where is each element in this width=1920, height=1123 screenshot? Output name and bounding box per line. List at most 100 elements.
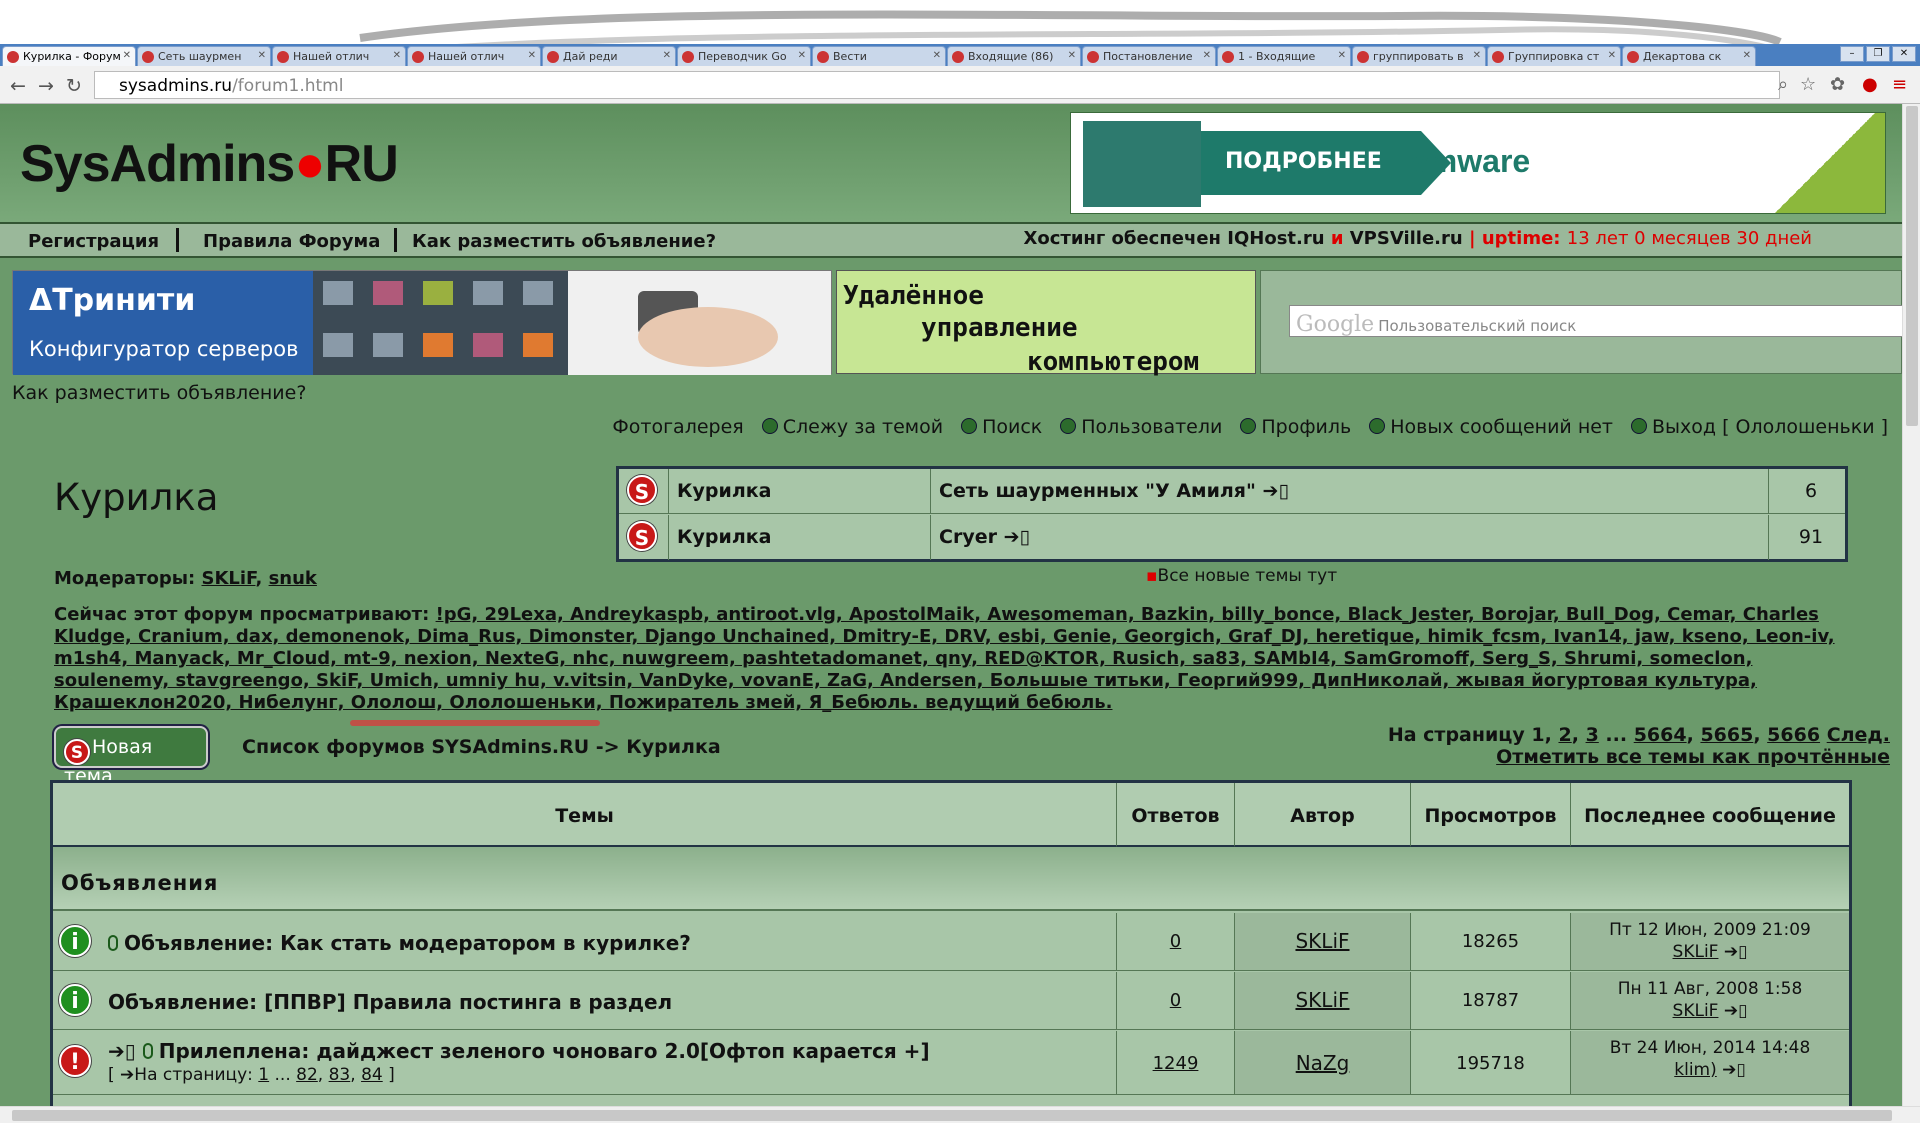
- new-topic-button[interactable]: S Новая тема: [54, 726, 208, 787]
- replies-link[interactable]: 0: [1170, 931, 1181, 952]
- close-icon[interactable]: ✕: [123, 50, 131, 61]
- search-link[interactable]: Поиск: [961, 416, 1042, 438]
- next-page-link[interactable]: След.: [1827, 724, 1890, 746]
- tab-9[interactable]: 1 - Входящие ✕: [1217, 46, 1351, 66]
- tab-8[interactable]: Постановление ✕: [1082, 46, 1216, 66]
- close-icon[interactable]: ✕: [1203, 50, 1211, 61]
- star-icon[interactable]: ☆: [1800, 74, 1816, 95]
- page-link[interactable]: 84: [361, 1065, 383, 1085]
- replies-link[interactable]: 1249: [1153, 1053, 1199, 1074]
- arrow-icon: ▪: [1146, 566, 1158, 586]
- tab-6[interactable]: Вести ✕: [812, 46, 946, 66]
- url-input[interactable]: sysadmins.ru/forum1.html: [94, 71, 1780, 99]
- page-link[interactable]: 3: [1586, 724, 1599, 746]
- author-link[interactable]: SKLiF: [1295, 988, 1349, 1012]
- topic-title[interactable]: ➔▯ Прилеплена: дайджест зеленого чоноваг…: [108, 1039, 930, 1063]
- new-topic-title[interactable]: Сеть шаурменных "У Амиля" ➔▯: [931, 469, 1769, 514]
- page-link[interactable]: 5664: [1634, 724, 1687, 746]
- host-link-2[interactable]: VPSVille.ru: [1350, 228, 1463, 249]
- page-link[interactable]: 5666: [1767, 724, 1820, 746]
- close-icon[interactable]: ✕: [663, 50, 671, 61]
- new-topic-title[interactable]: Cryer ➔▯: [931, 515, 1769, 560]
- mark-read-link[interactable]: Отметить все темы как прочтённые: [1496, 746, 1890, 768]
- tab-12[interactable]: Декартова ск ✕: [1622, 46, 1756, 66]
- close-icon[interactable]: ✕: [1608, 50, 1616, 61]
- author-link[interactable]: NaZg: [1296, 1051, 1350, 1075]
- watch-link[interactable]: Слежу за темой: [761, 416, 943, 438]
- menu-register[interactable]: Регистрация: [28, 231, 159, 252]
- scroll-thumb[interactable]: [1906, 106, 1918, 426]
- close-icon[interactable]: ✕: [1473, 50, 1481, 61]
- tab-5[interactable]: Переводчик Go ✕: [677, 46, 811, 66]
- tab-0[interactable]: Курилка - Форум ✕: [2, 46, 136, 66]
- tab-11[interactable]: Группировка ст ✕: [1487, 46, 1621, 66]
- scroll-thumb[interactable]: [12, 1110, 1892, 1121]
- maximize-icon[interactable]: ❐: [1866, 46, 1890, 62]
- tab-10[interactable]: группировать в ✕: [1352, 46, 1486, 66]
- zoom-icon[interactable]: ⌕: [1778, 74, 1788, 95]
- extension-icon[interactable]: ●: [1862, 74, 1878, 95]
- goto-post-icon[interactable]: ➔▯: [1724, 942, 1748, 962]
- tab-4[interactable]: Дай реди ✕: [542, 46, 676, 66]
- page-link[interactable]: 83: [329, 1065, 351, 1085]
- page-link[interactable]: 82: [296, 1065, 318, 1085]
- topic-title[interactable]: Объявление: [ППВР] Правила постинга в ра…: [108, 990, 672, 1014]
- tab-1[interactable]: Сеть шаурмен ✕: [137, 46, 271, 66]
- tab-label: Вести: [833, 50, 867, 63]
- menu-rules[interactable]: Правила Форума: [203, 231, 380, 252]
- close-icon[interactable]: ✕: [798, 50, 806, 61]
- close-icon[interactable]: ✕: [528, 50, 536, 61]
- lastpost-user[interactable]: SKLiF: [1673, 1001, 1719, 1021]
- tab-label: Постановление: [1103, 50, 1193, 63]
- close-icon[interactable]: ✕: [1338, 50, 1346, 61]
- lastpost-user[interactable]: SKLiF: [1673, 942, 1719, 962]
- all-new-topics-link[interactable]: ▪Все новые темы тут: [1146, 566, 1337, 586]
- tab-7[interactable]: Входящие (86) ✕: [947, 46, 1081, 66]
- search-input[interactable]: Google Пользовательский поиск: [1289, 305, 1902, 337]
- tab-3[interactable]: Нашей отлич ✕: [407, 46, 541, 66]
- page-link[interactable]: 2: [1558, 724, 1571, 746]
- close-icon[interactable]: ✕: [933, 50, 941, 61]
- profile-link[interactable]: Профиль: [1240, 416, 1351, 438]
- close-icon[interactable]: ✕: [258, 50, 266, 61]
- howto-link[interactable]: Как разместить объявление?: [12, 382, 306, 404]
- new-topic-forum[interactable]: Курилка: [669, 515, 931, 560]
- page-link[interactable]: 1: [258, 1065, 269, 1085]
- horizontal-scrollbar[interactable]: [0, 1106, 1920, 1123]
- goto-post-icon[interactable]: ➔▯: [1724, 1001, 1748, 1021]
- forward-icon[interactable]: →: [38, 75, 54, 97]
- vmware-banner[interactable]: ПОДРОБНЕЕ vmware: [1070, 112, 1886, 214]
- messages-link[interactable]: Новых сообщений нет: [1369, 416, 1613, 438]
- extension-icon[interactable]: ✿: [1830, 74, 1845, 95]
- close-icon[interactable]: ✕: [1743, 50, 1751, 61]
- replies-link[interactable]: 0: [1170, 990, 1181, 1011]
- author-link[interactable]: SKLiF: [1295, 929, 1349, 953]
- trinity-banner[interactable]: ΔТринити Конфигуратор серверов: [12, 270, 832, 375]
- topic-title[interactable]: Объявление: Как стать модератором в кури…: [108, 931, 691, 955]
- lastpost-user[interactable]: klim): [1674, 1060, 1716, 1080]
- close-window-icon[interactable]: ✕: [1892, 46, 1916, 62]
- close-icon[interactable]: ✕: [1068, 50, 1076, 61]
- close-icon[interactable]: ✕: [393, 50, 401, 61]
- minimize-icon[interactable]: –: [1840, 46, 1864, 62]
- reload-icon[interactable]: ↻: [66, 75, 82, 97]
- users-link[interactable]: Пользователи: [1060, 416, 1222, 438]
- moderator-link[interactable]: SKLiF: [202, 568, 256, 589]
- site-logo[interactable]: SysAdmins●RU: [20, 134, 399, 194]
- menu-ad[interactable]: Как разместить объявление?: [412, 231, 716, 252]
- remote-control-banner[interactable]: Удалённое управление компьютером: [836, 270, 1256, 377]
- breadcrumb[interactable]: Список форумов SYSAdmins.RU -> Курилка: [242, 736, 721, 758]
- vertical-scrollbar[interactable]: [1902, 104, 1920, 1106]
- moderator-link[interactable]: snuk: [269, 568, 317, 589]
- goto-post-icon[interactable]: ➔▯: [1004, 526, 1030, 548]
- tab-2[interactable]: Нашей отлич ✕: [272, 46, 406, 66]
- page-link[interactable]: 5665: [1700, 724, 1753, 746]
- menu-icon[interactable]: ≡: [1892, 74, 1907, 95]
- logout-link[interactable]: Выход [ Ололошеньки ]: [1631, 416, 1888, 438]
- host-link-1[interactable]: IQHost.ru: [1227, 228, 1324, 249]
- back-icon[interactable]: ←: [10, 75, 26, 97]
- goto-post-icon[interactable]: ➔▯: [1722, 1060, 1746, 1080]
- goto-post-icon[interactable]: ➔▯: [1263, 480, 1289, 502]
- gallery-link[interactable]: Фотогалерея: [612, 416, 743, 438]
- new-topic-forum[interactable]: Курилка: [669, 469, 931, 514]
